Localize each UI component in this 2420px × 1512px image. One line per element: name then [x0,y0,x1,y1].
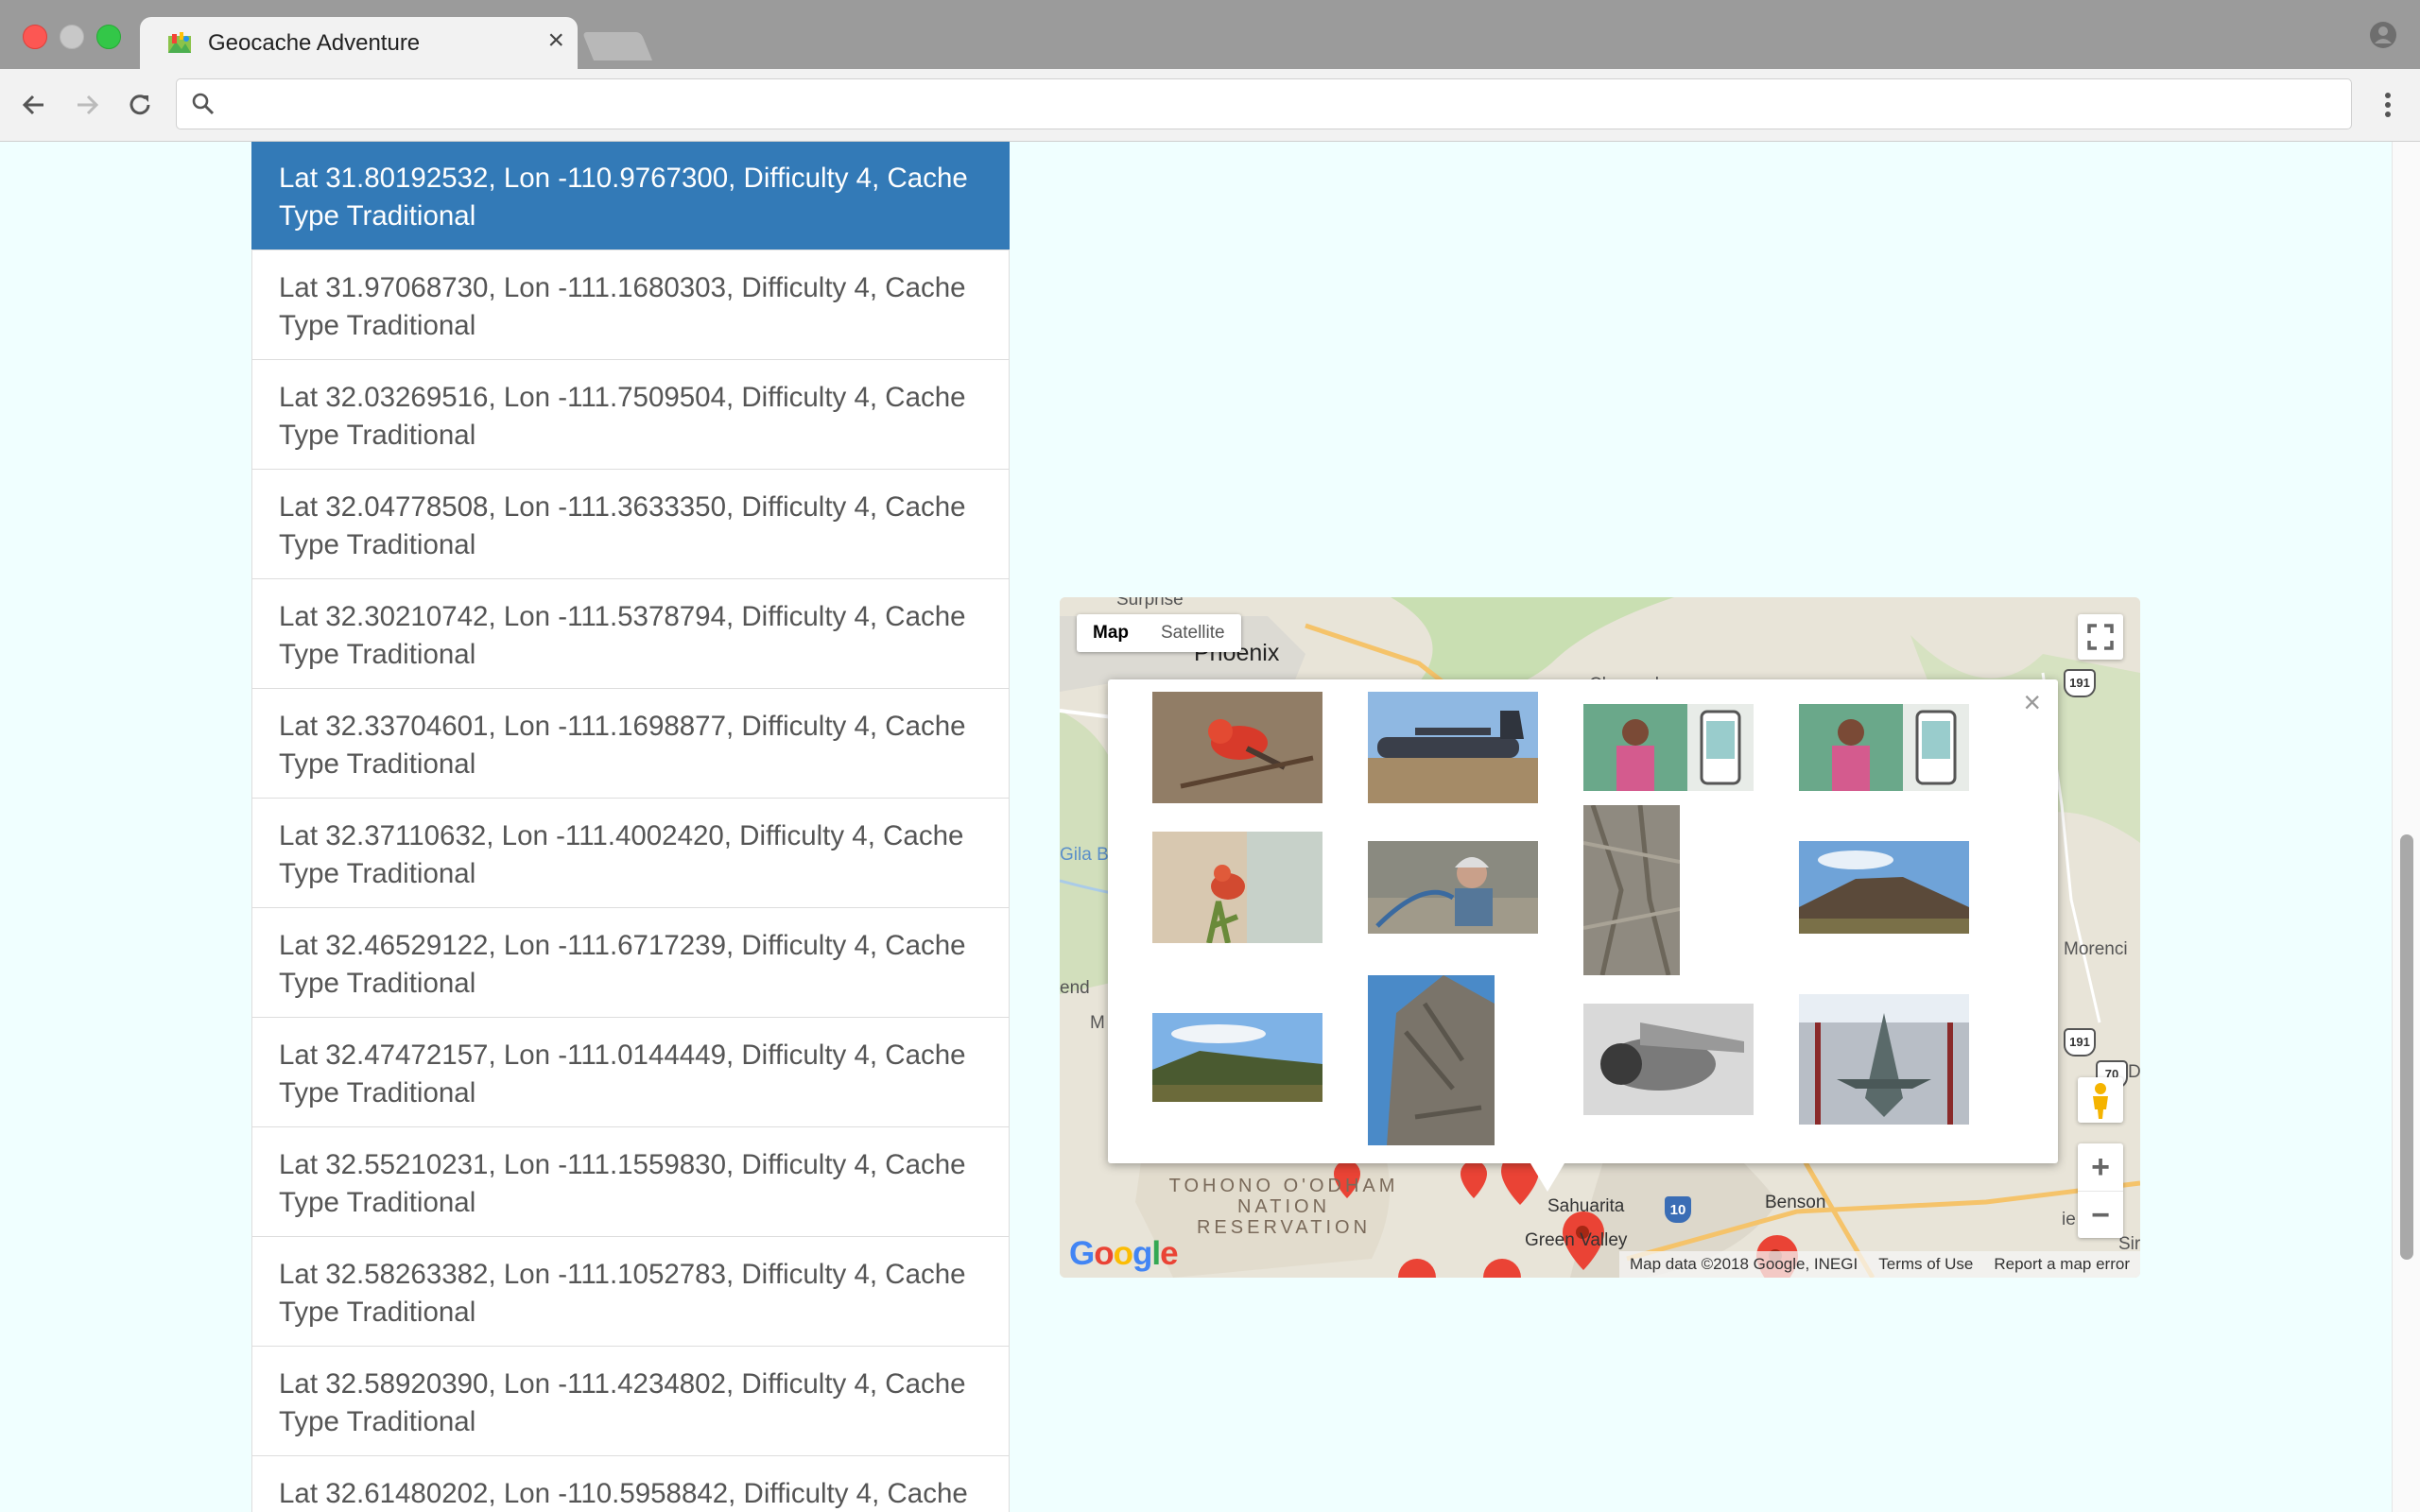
map-label-surprise: Surprise [1116,597,1184,610]
cache-info-window: × [1108,679,2058,1163]
scrollbar-thumb[interactable] [2400,834,2413,1260]
new-tab-button[interactable] [581,32,653,60]
forward-arrow-icon[interactable] [68,86,106,124]
map-label-morenci: Morenci [2064,939,2128,959]
info-window-close-icon[interactable]: × [2023,687,2041,717]
us-191-shield: 191 [2064,1028,2096,1057]
google-logo: Google [1069,1235,1179,1272]
photo-vintage-airplane-bw[interactable] [1583,1004,1754,1115]
terms-of-use-link[interactable]: Terms of Use [1868,1251,1983,1278]
map-label-tohono-odham: TOHONO O'ODHAM NATION RESERVATION [1168,1176,1399,1238]
browser-menu-icon[interactable] [2371,86,2405,124]
address-input[interactable] [226,87,2328,123]
map-label-m: M [1090,1013,1105,1033]
photo-jet-in-hangar[interactable] [1799,994,1969,1125]
photo-red-bird-on-plant[interactable] [1152,832,1322,943]
photo-desert-landscape[interactable] [1152,1013,1322,1102]
tab-geocache-adventure[interactable]: Geocache Adventure × [140,17,578,69]
cache-list-item[interactable]: Lat 32.61480202, Lon -110.5958842, Diffi… [251,1455,1010,1512]
i-10-shield: 10 [1665,1196,1691,1223]
address-bar[interactable] [176,78,2352,129]
fullscreen-icon [2087,624,2114,650]
fullscreen-button[interactable] [2078,614,2123,660]
cache-list-item[interactable]: Lat 31.97068730, Lon -111.1680303, Diffi… [251,249,1010,360]
map-type-control: Map Satellite [1077,614,1241,652]
google-map[interactable]: Surprise Phoenix Claypool Gila B end M M… [1060,597,2140,1278]
photo-climber-with-helmet[interactable] [1368,841,1538,934]
cache-list-item[interactable]: Lat 32.55210231, Lon -111.1559830, Diffi… [251,1126,1010,1237]
cache-list-item[interactable]: Lat 32.37110632, Lon -111.4002420, Diffi… [251,798,1010,908]
map-attribution-bar: Map data ©2018 Google, INEGI Terms of Us… [1619,1251,2140,1278]
photo-rock-face[interactable] [1368,975,1495,1145]
browser-tabstrip: Geocache Adventure × [0,0,2420,69]
browser-toolbar [0,69,2420,142]
tab-title: Geocache Adventure [208,30,421,56]
photo-woman-with-phone-app[interactable] [1583,704,1754,791]
window-close-button[interactable] [23,25,47,49]
cache-list-item[interactable]: Lat 32.33704601, Lon -111.1698877, Diffi… [251,688,1010,799]
info-window-pointer [1530,1163,1564,1192]
page-scrollbar[interactable] [2392,142,2420,1512]
map-label-ie: ie [2062,1210,2076,1229]
zoom-control: + − [2078,1143,2123,1238]
pegman-icon [2093,1083,2108,1119]
map-label-benson: Benson [1765,1193,1826,1212]
photo-woman-with-phone-app[interactable] [1799,704,1969,791]
map-label-d: D [2128,1062,2140,1082]
cache-list-item[interactable]: Lat 32.03269516, Lon -111.7509504, Diffi… [251,359,1010,470]
cache-list-item[interactable]: Lat 32.58920390, Lon -111.4234802, Diffi… [251,1346,1010,1456]
photo-desert-hill[interactable] [1799,841,1969,934]
cache-list-item[interactable]: Lat 31.80192532, Lon -110.9767300, Diffi… [251,142,1010,250]
map-data-credit[interactable]: Map data ©2018 Google, INEGI [1619,1251,1868,1278]
map-label-green-valley: Green Valley [1525,1230,1628,1250]
street-view-pegman-button[interactable] [2078,1077,2123,1123]
cache-list-item[interactable]: Lat 32.30210742, Lon -111.5378794, Diffi… [251,578,1010,689]
cache-list-item[interactable]: Lat 32.47472157, Lon -111.0144449, Diffi… [251,1017,1010,1127]
tab-close-icon[interactable]: × [547,26,564,55]
map-label-gila: Gila B [1060,845,1109,865]
photo-military-aircraft[interactable] [1368,692,1538,803]
map-type-satellite-button[interactable]: Satellite [1145,614,1241,652]
cache-list: Lat 31.80192532, Lon -110.9767300, Diffi… [251,142,1010,1512]
page-viewport: Lat 31.80192532, Lon -110.9767300, Diffi… [0,142,2420,1512]
map-label-end: end [1060,978,1090,998]
window-minimize-button[interactable] [60,25,84,49]
zoom-in-button[interactable]: + [2078,1143,2123,1192]
photo-red-bird-on-branch[interactable] [1152,692,1322,803]
photo-rock-cliff[interactable] [1583,805,1680,975]
report-map-error-link[interactable]: Report a map error [1983,1251,2140,1278]
map-label-sahuarita: Sahuarita [1547,1196,1625,1216]
us-191-shield: 191 [2064,669,2096,697]
zoom-out-button[interactable]: − [2078,1192,2123,1239]
cache-list-item[interactable]: Lat 32.46529122, Lon -111.6717239, Diffi… [251,907,1010,1018]
search-icon [192,93,215,115]
cache-list-item[interactable]: Lat 32.04778508, Lon -111.3633350, Diffi… [251,469,1010,579]
back-arrow-icon[interactable] [15,86,53,124]
window-maximize-button[interactable] [96,25,121,49]
cache-list-item[interactable]: Lat 32.58263382, Lon -111.1052783, Diffi… [251,1236,1010,1347]
reload-icon[interactable] [121,86,159,124]
map-type-map-button[interactable]: Map [1077,614,1145,652]
map-favicon-icon [168,32,191,53]
profile-icon[interactable] [2369,21,2397,49]
